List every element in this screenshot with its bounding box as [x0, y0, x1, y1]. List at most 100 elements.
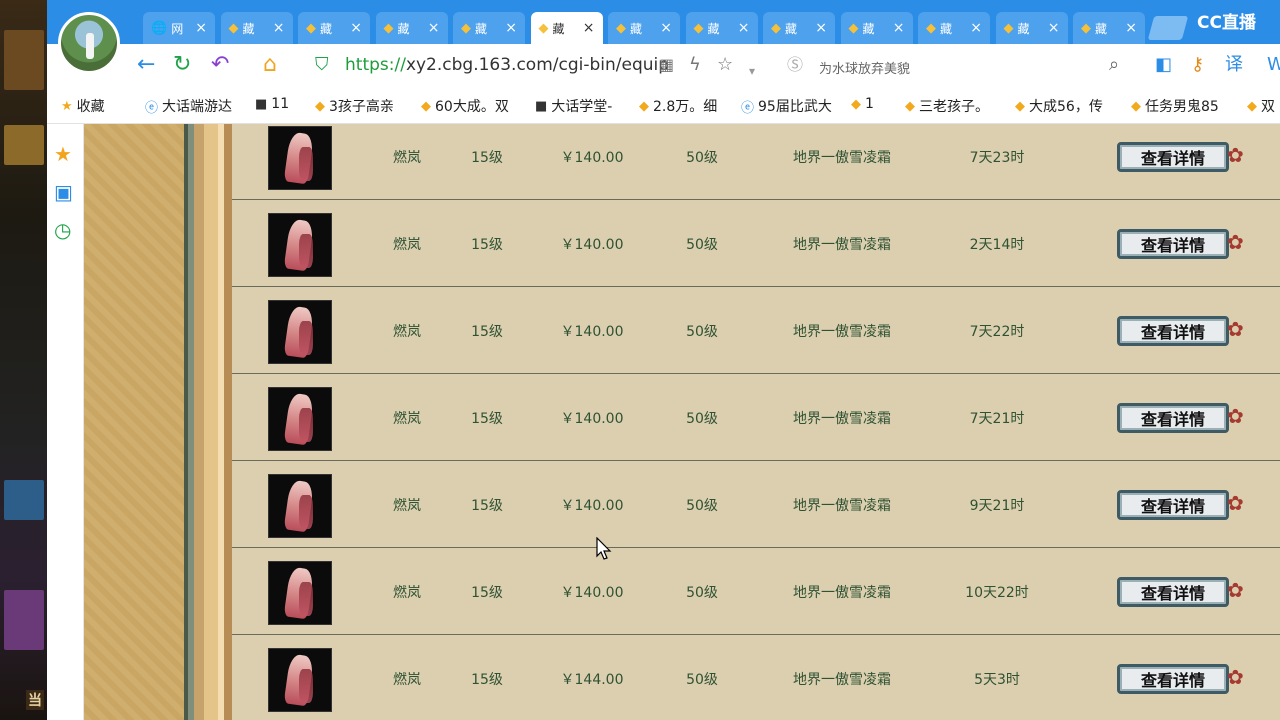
- new-tab-button[interactable]: [1147, 16, 1189, 40]
- close-icon[interactable]: ×: [428, 20, 440, 36]
- undo-icon[interactable]: ↶: [211, 52, 229, 78]
- time-remaining: 9天21时: [969, 498, 1025, 514]
- cbg-icon: ◆: [228, 20, 239, 36]
- bookmark-item[interactable]: ⓔ 95届比武大: [741, 96, 832, 116]
- key-icon[interactable]: ⚷: [1191, 52, 1204, 78]
- item-price: ￥140.00: [560, 411, 624, 427]
- bookmark-item[interactable]: ■ 11: [255, 96, 289, 112]
- tab[interactable]: ◆ 藏 ×: [763, 12, 835, 44]
- tab[interactable]: ◆ 藏 ×: [685, 12, 758, 44]
- bookmark-label: 1: [865, 96, 874, 112]
- game-panel-fragment: [4, 480, 44, 520]
- view-details-button[interactable]: 查看详情: [1117, 316, 1229, 346]
- close-icon[interactable]: ×: [195, 20, 207, 36]
- item-name: 燃岚: [393, 498, 421, 514]
- tab-active[interactable]: ◆ 藏 ×: [530, 12, 603, 44]
- bookmark-item[interactable]: ◆ 3孩子高亲: [315, 96, 394, 116]
- back-arrow-icon[interactable]: ←: [137, 52, 155, 78]
- tab[interactable]: ◆ 藏 ×: [453, 12, 525, 44]
- item-level: 15级: [471, 585, 503, 601]
- bookmark-label: 2.8万。细: [653, 99, 718, 115]
- item-price: ￥140.00: [560, 324, 624, 340]
- search-suggestion[interactable]: 为水球放弃美貌: [819, 58, 910, 77]
- tab[interactable]: ◆ 藏 ×: [995, 12, 1068, 44]
- history-clock-icon[interactable]: ◷: [54, 218, 71, 242]
- bookmark-label: 三老孩子。: [919, 99, 989, 115]
- favorite-star-icon[interactable]: ☆: [717, 52, 733, 78]
- server-name: 地界一傲雪凌霜: [793, 237, 891, 253]
- table-row: 燃岚 15级 ￥140.00 50级 地界一傲雪凌霜 2天14时 查看详情 ✿: [232, 201, 1280, 287]
- bookmark-item[interactable]: ◆ 2.8万。细: [639, 96, 717, 116]
- ribbon-decoration-icon: ✿: [1227, 143, 1244, 167]
- time-remaining: 7天21时: [969, 411, 1025, 427]
- tab[interactable]: ◆ 藏 ×: [608, 12, 680, 44]
- close-icon[interactable]: ×: [815, 20, 827, 36]
- equipment-thumbnail[interactable]: [268, 648, 332, 712]
- equipment-thumbnail[interactable]: [268, 126, 332, 190]
- bookmark-item[interactable]: ◆ 大成56，传: [1015, 96, 1103, 116]
- equipment-thumbnail[interactable]: [268, 561, 332, 625]
- close-icon[interactable]: ×: [660, 20, 672, 36]
- view-details-button[interactable]: 查看详情: [1117, 664, 1229, 694]
- tab[interactable]: 🌐 网 ×: [143, 12, 215, 44]
- bookmark-item[interactable]: ◆ 60大成。双: [421, 96, 509, 116]
- refresh-icon[interactable]: ↻: [173, 52, 191, 78]
- close-icon[interactable]: ×: [583, 20, 595, 36]
- navigation-bar: ← ↻ ↶ ⌂ ⛉ https://xy2.cbg.163.com/cgi-bi…: [47, 44, 1280, 86]
- translate-icon[interactable]: 译: [1225, 52, 1243, 78]
- qr-code-icon[interactable]: ▦: [659, 52, 674, 78]
- bookmark-item[interactable]: ◆ 1: [851, 96, 874, 112]
- close-icon[interactable]: ×: [505, 20, 517, 36]
- tab[interactable]: ◆ 藏 ×: [298, 12, 370, 44]
- bookmark-item[interactable]: ◆ 任务男鬼85: [1131, 96, 1219, 116]
- tab-title: 藏: [475, 21, 488, 36]
- view-details-button[interactable]: 查看详情: [1117, 490, 1229, 520]
- chevron-down-icon[interactable]: ▾: [749, 58, 755, 84]
- equipment-thumbnail[interactable]: [268, 213, 332, 277]
- equipment-listing-table: 燃岚 15级 ￥140.00 50级 地界一傲雪凌霜 7天23时 查看详情 ✿ 燃岚 15级 ￥14…: [232, 124, 1280, 720]
- bookmark-item[interactable]: ■ 大话学堂-: [535, 96, 612, 116]
- cc-live-logo: CC直播: [1197, 13, 1256, 33]
- close-icon[interactable]: ×: [350, 20, 362, 36]
- equipment-thumbnail[interactable]: [268, 387, 332, 451]
- time-remaining: 5天3时: [974, 672, 1020, 688]
- tab[interactable]: ◆ 藏 ×: [1073, 12, 1145, 44]
- home-icon[interactable]: ⌂: [263, 52, 277, 78]
- close-icon[interactable]: ×: [893, 20, 905, 36]
- e-icon: ⓔ: [145, 100, 159, 116]
- bookmark-item[interactable]: ◆ 三老孩子。: [905, 96, 989, 116]
- close-icon[interactable]: ×: [1048, 20, 1060, 36]
- user-avatar[interactable]: [58, 12, 120, 74]
- mouse-cursor: [596, 537, 612, 560]
- page-content: 燃岚 15级 ￥140.00 50级 地界一傲雪凌霜 7天23时 查看详情 ✿ 燃岚 15级 ￥14…: [84, 124, 1280, 720]
- game-icon: ■: [535, 98, 548, 114]
- bookmark-item[interactable]: ⓔ 大话端游达: [145, 96, 232, 116]
- view-details-button[interactable]: 查看详情: [1117, 229, 1229, 259]
- search-icon[interactable]: ⌕: [1109, 52, 1119, 78]
- close-icon[interactable]: ×: [970, 20, 982, 36]
- reading-list-icon[interactable]: ▣: [54, 180, 73, 204]
- favorites-menu[interactable]: ★ 收藏: [61, 96, 105, 116]
- game-panel-fragment: [4, 590, 44, 650]
- favorites-star-icon[interactable]: ★: [54, 142, 72, 166]
- equipment-thumbnail[interactable]: [268, 300, 332, 364]
- lightning-icon[interactable]: ϟ: [689, 52, 701, 78]
- view-details-button[interactable]: 查看详情: [1117, 577, 1229, 607]
- url-text[interactable]: https://xy2.cbg.163.com/cgi-bin/equip: [345, 55, 669, 75]
- tab[interactable]: ◆ 藏 ×: [220, 12, 293, 44]
- tab[interactable]: ◆ 藏 ×: [375, 12, 448, 44]
- close-icon[interactable]: ×: [1125, 20, 1137, 36]
- tab-title: 藏: [397, 21, 410, 36]
- tab[interactable]: ◆ 藏 ×: [840, 12, 913, 44]
- cbg-icon: ◆: [421, 98, 431, 114]
- bookmark-item[interactable]: ◆ 双: [1247, 96, 1275, 116]
- close-icon[interactable]: ×: [738, 20, 750, 36]
- word-icon[interactable]: W: [1267, 52, 1280, 78]
- equipment-thumbnail[interactable]: [268, 474, 332, 538]
- close-icon[interactable]: ×: [273, 20, 285, 36]
- tab-title: 藏: [1017, 21, 1030, 36]
- view-details-button[interactable]: 查看详情: [1117, 403, 1229, 433]
- extension-icon[interactable]: ◧: [1155, 52, 1172, 78]
- tab[interactable]: ◆ 藏 ×: [918, 12, 990, 44]
- view-details-button[interactable]: 查看详情: [1117, 142, 1229, 172]
